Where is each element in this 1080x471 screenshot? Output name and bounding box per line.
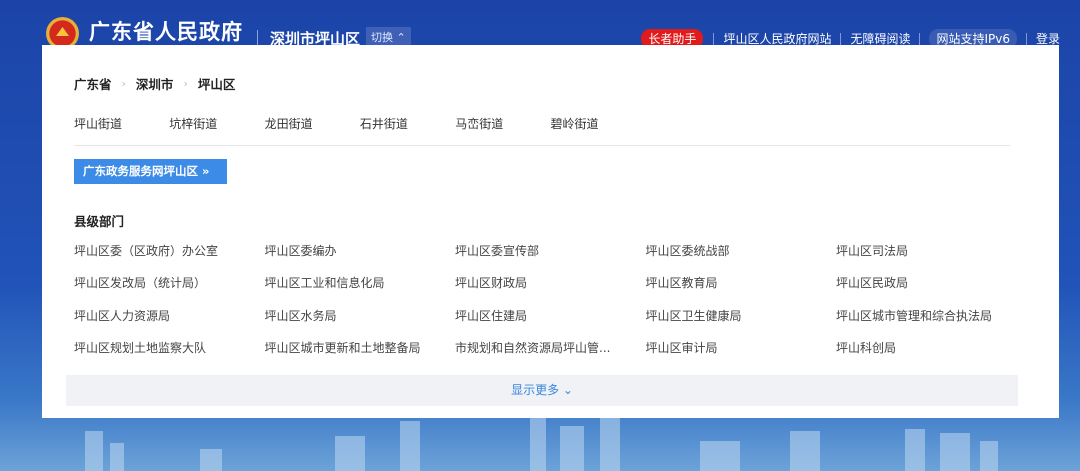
breadcrumb-item[interactable]: 深圳市: [136, 74, 174, 93]
department-link[interactable]: 坪山区民政局: [836, 274, 908, 291]
department-link[interactable]: 坪山区城市管理和综合执法局: [836, 307, 992, 324]
department-link[interactable]: 坪山区卫生健康局: [646, 307, 742, 324]
department-link[interactable]: 市规划和自然资源局坪山管...: [455, 339, 610, 356]
skyline-background: [0, 411, 1080, 471]
section-title: 县级部门: [74, 214, 125, 229]
region-switch-panel: 广东省 › 深圳市 › 坪山区 坪山街道 坑梓街道 龙田街道 石井街道 马峦街道 碧岭街道 广…: [42, 45, 1059, 418]
street-link[interactable]: 龙田街道: [265, 115, 313, 132]
top-header: 广东省人民政府 深圳市坪山区 切换 ⌃ 长者助手 坪山区人民政府网站 无障碍阅读…: [0, 0, 1080, 50]
street-link[interactable]: 坑梓街道: [169, 115, 217, 132]
department-link[interactable]: 坪山区委编办: [265, 242, 337, 259]
show-more-button[interactable]: 显示更多 ⌄: [66, 375, 1018, 406]
department-link[interactable]: 坪山区人力资源局: [74, 307, 170, 324]
department-link[interactable]: 坪山区财政局: [455, 274, 527, 291]
department-link[interactable]: 坪山区水务局: [265, 307, 337, 324]
site-title[interactable]: 广东省人民政府: [89, 16, 243, 46]
department-link[interactable]: 坪山区住建局: [455, 307, 527, 324]
department-link[interactable]: 坪山区审计局: [646, 339, 718, 356]
divider: [257, 30, 258, 46]
department-link[interactable]: 坪山区城市更新和土地整备局: [265, 339, 421, 356]
street-link[interactable]: 碧岭街道: [551, 115, 599, 132]
department-link[interactable]: 坪山区发改局（统计局）: [74, 274, 206, 291]
department-link[interactable]: 坪山区规划土地监察大队: [74, 339, 206, 356]
gd-service-button[interactable]: 广东政务服务网坪山区 »: [74, 159, 227, 184]
department-link[interactable]: 坪山区委统战部: [646, 242, 730, 259]
street-link[interactable]: 坪山街道: [74, 115, 122, 132]
breadcrumb: 广东省 › 深圳市 › 坪山区: [74, 74, 235, 93]
divider: [74, 145, 1010, 146]
street-link[interactable]: 石井街道: [360, 115, 408, 132]
breadcrumb-item[interactable]: 坪山区: [198, 74, 236, 93]
department-link[interactable]: 坪山区委（区政府）办公室: [74, 242, 218, 259]
department-link[interactable]: 坪山科创局: [836, 339, 896, 356]
department-link[interactable]: 坪山区委宣传部: [455, 242, 539, 259]
department-link[interactable]: 坪山区司法局: [836, 242, 908, 259]
department-link[interactable]: 坪山区工业和信息化局: [265, 274, 385, 291]
breadcrumb-item[interactable]: 广东省: [74, 74, 112, 93]
street-link[interactable]: 马峦街道: [455, 115, 503, 132]
switch-region-button[interactable]: 切换 ⌃: [366, 27, 411, 47]
chevron-right-icon: ›: [183, 77, 188, 90]
department-link[interactable]: 坪山区教育局: [646, 274, 718, 291]
chevron-right-icon: ›: [121, 77, 126, 90]
divider: [919, 32, 921, 45]
